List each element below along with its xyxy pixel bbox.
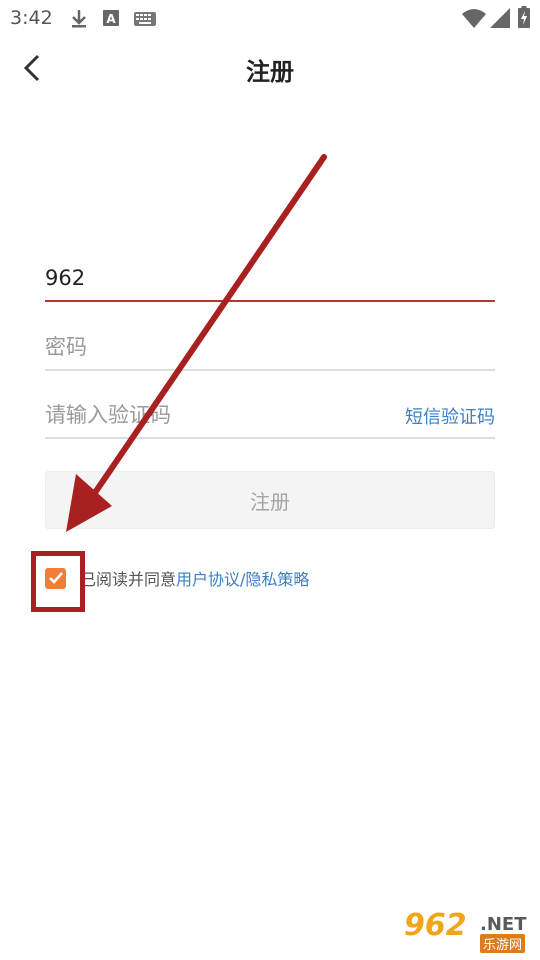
keyboard-icon (134, 12, 156, 26)
agreement-text: 已阅读并同意 (80, 570, 177, 589)
phone-underline (45, 300, 495, 302)
watermark-cn: 乐游网 (480, 934, 526, 953)
code-input[interactable] (45, 395, 385, 435)
watermark-number: 962 (404, 908, 467, 943)
code-field[interactable]: 短信验证码 (45, 395, 495, 439)
phone-field[interactable] (45, 258, 495, 302)
watermark-logo: 962 .NET 乐游网 (400, 908, 532, 954)
status-time: 3:42 (10, 7, 53, 29)
svg-text:A: A (106, 12, 116, 26)
sms-code-button[interactable]: 短信验证码 (405, 403, 495, 429)
signal-icon (490, 8, 510, 28)
battery-icon (518, 6, 530, 28)
agreement-link[interactable]: 用户协议/隐私策略 (176, 566, 309, 590)
annotation-highlight-box (31, 551, 85, 612)
password-input[interactable] (45, 327, 385, 367)
code-underline (45, 437, 495, 439)
password-field[interactable] (45, 327, 495, 371)
page-title: 注册 (246, 58, 294, 86)
phone-input[interactable] (45, 258, 385, 298)
watermark-suffix: .NET (480, 914, 527, 935)
download-icon (72, 10, 86, 28)
a-notification-icon: A (103, 10, 119, 26)
wifi-icon (462, 9, 486, 28)
register-button[interactable]: 注册 (45, 471, 495, 529)
password-underline (45, 369, 495, 371)
status-bar: 3:42 A (0, 0, 540, 36)
